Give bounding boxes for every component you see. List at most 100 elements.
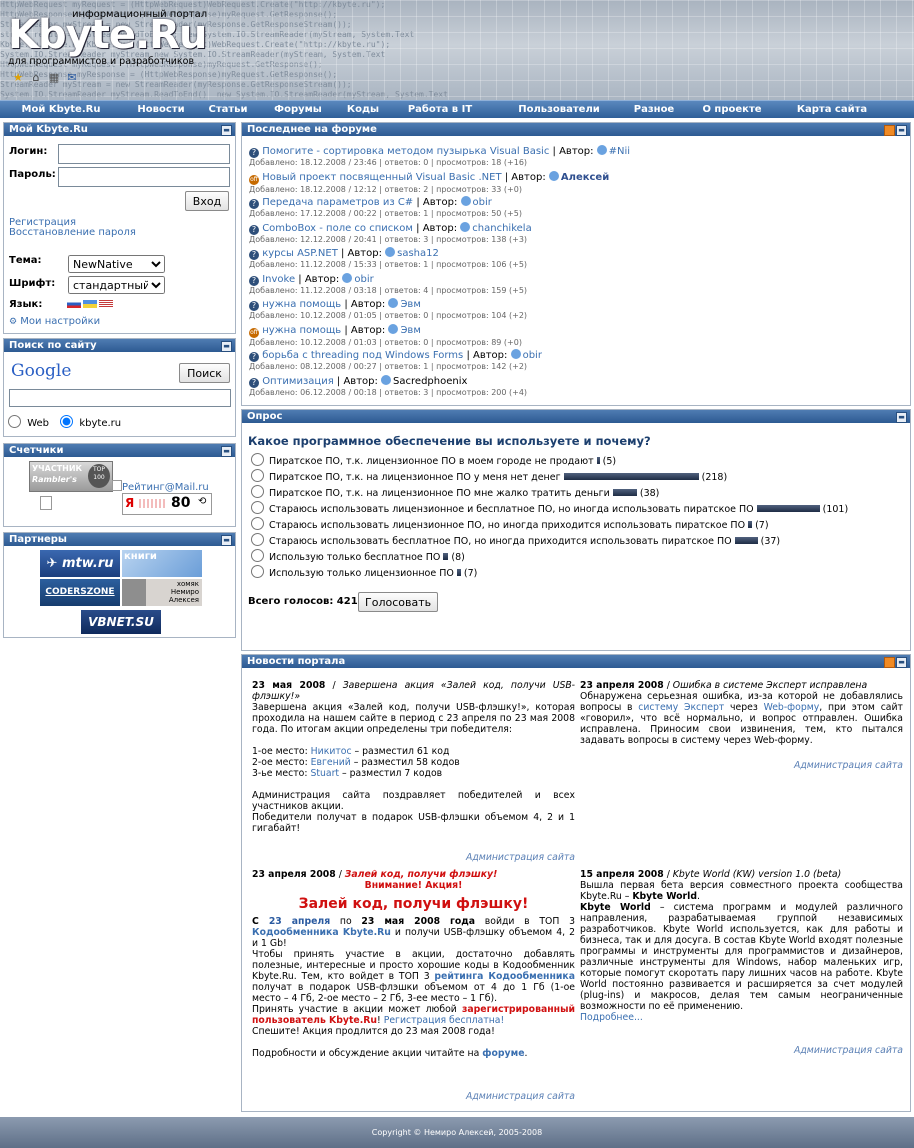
minimize-icon[interactable]: ▬ xyxy=(896,412,907,423)
rss-icon[interactable] xyxy=(884,125,895,136)
login-button[interactable]: Вход xyxy=(185,191,229,211)
forum-author-link[interactable]: #Nii xyxy=(609,146,630,157)
search-button[interactable]: Поиск xyxy=(179,363,230,383)
nav-item-articles[interactable]: Статьи xyxy=(200,101,256,118)
forum-author-link[interactable]: Эвм xyxy=(400,299,420,310)
my-settings-link[interactable]: Мои настройки xyxy=(20,316,100,327)
news-panel-title: Новости портала xyxy=(247,656,346,667)
site-logo[interactable]: Kbyte.Ru xyxy=(8,12,207,58)
news-1-congrats: Администрация сайта поздравляет победите… xyxy=(252,790,575,812)
forum-topic-meta: Добавлено: 11.12.2008 / 15:33 | ответов:… xyxy=(249,260,528,269)
forum-author-link[interactable]: Sacredphoenix xyxy=(393,376,467,387)
forum-topic-link[interactable]: Новый проект посвященный Visual Basic .N… xyxy=(262,172,501,183)
read-more-link[interactable]: Подробнее... xyxy=(580,1012,643,1023)
minimize-icon[interactable]: ▬ xyxy=(221,341,232,352)
my-settings[interactable]: ⚙ Мои настройки xyxy=(9,316,100,327)
scope-web-radio[interactable] xyxy=(8,415,21,428)
forum-topic-link[interactable]: Помогите - сортировка методом пузырька V… xyxy=(262,146,549,157)
codebank-rating-link[interactable]: рейтинга Кодообменника xyxy=(434,971,575,982)
partner-mtw-banner[interactable]: ✈ mtw.ru xyxy=(40,550,120,577)
nav-item-forums[interactable]: Форумы xyxy=(256,101,340,118)
search-input[interactable] xyxy=(9,389,231,407)
theme-select[interactable]: NewNative xyxy=(68,255,165,273)
winner-2-link[interactable]: Евгений xyxy=(311,757,351,768)
forum-author-link[interactable]: obir xyxy=(523,350,542,361)
sitemap-icon[interactable]: ▦ xyxy=(48,72,60,84)
minimize-icon[interactable]: ▬ xyxy=(896,657,907,668)
news-2-author[interactable]: Администрация сайта xyxy=(580,760,903,771)
winner-3-link[interactable]: Stuart xyxy=(310,768,339,779)
password-input[interactable] xyxy=(58,167,230,187)
partner-vbnet-banner[interactable]: VBNET.SU xyxy=(81,610,161,634)
poll-option: Стараюсь использовать лицензионное и бес… xyxy=(248,501,848,517)
poll-option-radio[interactable] xyxy=(251,565,264,578)
poll-option-radio[interactable] xyxy=(251,533,264,546)
partners-panel-header: Партнеры ▬ xyxy=(4,533,235,546)
forum-topic-link[interactable]: нужна помощь xyxy=(262,325,341,336)
poll-option-radio[interactable] xyxy=(251,469,264,482)
yandex-counter[interactable]: Я 80 ⟲ xyxy=(122,493,212,515)
codebank-link[interactable]: Кодообменника Kbyte.Ru xyxy=(252,927,391,938)
forum-topic-line: ? Помогите - сортировка методом пузырька… xyxy=(249,145,904,158)
poll-option: Пиратское ПО, т.к. на лицензионное ПО мн… xyxy=(248,485,848,501)
login-input[interactable] xyxy=(58,144,230,164)
minimize-icon[interactable]: ▬ xyxy=(221,446,232,457)
forum-topic-link[interactable]: Оптимизация xyxy=(262,376,334,387)
forum-author-link[interactable]: sasha12 xyxy=(397,248,439,259)
nav-item-about[interactable]: О проекте xyxy=(684,101,780,118)
rss-icon[interactable] xyxy=(884,657,895,668)
font-select[interactable]: стандартный xyxy=(68,276,165,294)
home-icon[interactable]: ⌂ xyxy=(30,72,42,84)
nav-item-news[interactable]: Новости xyxy=(122,101,200,118)
register-free-link[interactable]: Регистрация бесплатна! xyxy=(384,1015,505,1026)
news-4-author[interactable]: Администрация сайта xyxy=(580,1045,903,1056)
poll-option-radio[interactable] xyxy=(251,453,264,466)
partner-nemiro-banner[interactable]: хомяк Немиро Алексея xyxy=(122,579,202,606)
poll-option-radio[interactable] xyxy=(251,549,264,562)
news-3-author[interactable]: Администрация сайта xyxy=(252,1091,575,1102)
nav-item-my-kbyte[interactable]: Мой Kbyte.Ru xyxy=(0,101,122,118)
minimize-icon[interactable]: ▬ xyxy=(221,125,232,136)
minimize-icon[interactable]: ▬ xyxy=(221,535,232,546)
forum-topic-link[interactable]: курсы ASP.NET xyxy=(262,248,338,259)
forum-topic-link[interactable]: Invoke xyxy=(262,274,295,285)
nav-item-jobs[interactable]: Работа в IT xyxy=(386,101,494,118)
poll-option-radio[interactable] xyxy=(251,485,264,498)
minimize-icon[interactable]: ▬ xyxy=(896,125,907,136)
forum-author-link[interactable]: chanchikela xyxy=(472,223,531,234)
forum-topic-link[interactable]: Передача параметров из C# xyxy=(262,197,413,208)
forum-topic-link[interactable]: борьба с threading под Windows Forms xyxy=(262,350,463,361)
nav-item-codes[interactable]: Коды xyxy=(340,101,386,118)
forum-author-link[interactable]: Эвм xyxy=(400,325,420,336)
poll-option-radio[interactable] xyxy=(251,501,264,514)
flag-ua-icon[interactable] xyxy=(83,300,97,308)
web-form-link[interactable]: Web-форму xyxy=(764,702,820,713)
nav-item-misc[interactable]: Разное xyxy=(624,101,684,118)
mailru-rating[interactable]: Рейтинг@Mail.ru xyxy=(112,480,209,493)
expert-system-link[interactable]: систему Эксперт xyxy=(638,702,724,713)
news-1-author[interactable]: Администрация сайта xyxy=(252,852,575,863)
winner-1-link[interactable]: Никитос xyxy=(311,746,352,757)
scope-site-label: kbyte.ru xyxy=(79,418,122,429)
star-icon[interactable]: ★ xyxy=(12,72,24,84)
flag-ru-icon[interactable] xyxy=(67,300,81,308)
vote-button[interactable]: Голосовать xyxy=(358,592,439,612)
forum-author-label: Автор: xyxy=(422,197,461,208)
forum-author-link[interactable]: obir xyxy=(354,274,373,285)
partner-coderszone-banner[interactable]: CODERSZONE xyxy=(40,579,120,606)
nav-item-sitemap[interactable]: Карта сайта xyxy=(780,101,884,118)
forum-topic-link[interactable]: ComboBox - поле со списком xyxy=(262,223,413,234)
forum-topic-link[interactable]: нужна помощь xyxy=(262,299,341,310)
rambler-top100-badge[interactable]: УЧАСТНИК Rambler's TOP 100 xyxy=(29,461,113,492)
nav-item-users[interactable]: Пользователи xyxy=(494,101,624,118)
forum-author-link[interactable]: Алексей xyxy=(561,172,609,183)
forum-author-link[interactable]: obir xyxy=(473,197,492,208)
poll-option-radio[interactable] xyxy=(251,517,264,530)
poll-option: Стараюсь использовать лицензионное ПО, н… xyxy=(248,517,848,533)
partner-knigi-banner[interactable]: книги xyxy=(122,550,202,577)
mail-icon[interactable]: ✉ xyxy=(66,72,78,84)
forum-discussion-link[interactable]: форуме xyxy=(482,1048,524,1059)
restore-password-link[interactable]: Восстановление пароля xyxy=(9,227,136,238)
scope-site-radio[interactable] xyxy=(60,415,74,428)
flag-us-icon[interactable] xyxy=(99,300,113,308)
